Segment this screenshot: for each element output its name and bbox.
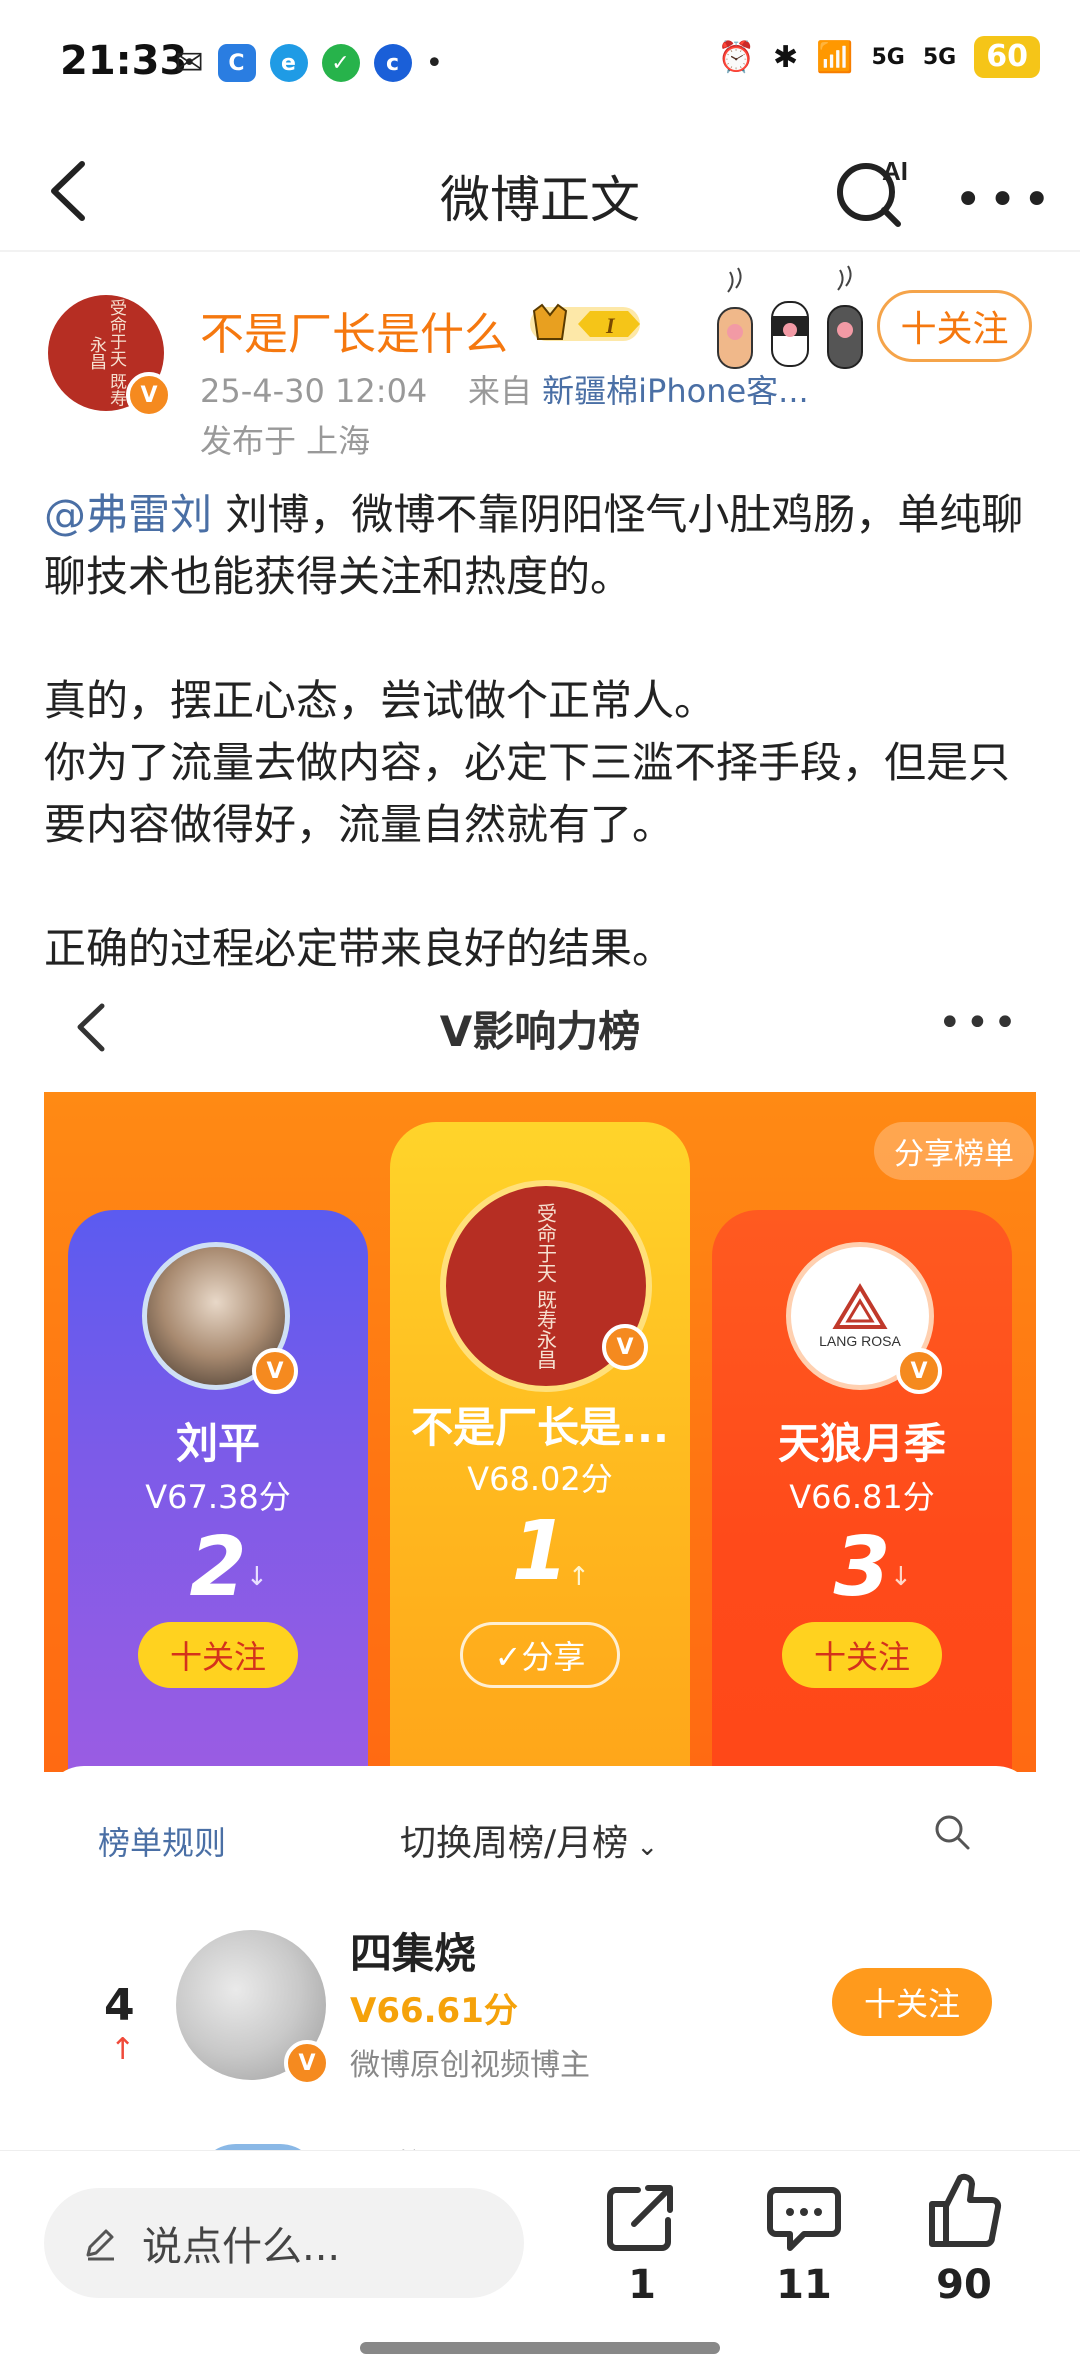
comment-input[interactable]: 说点什么... xyxy=(44,2188,524,2298)
verified-badge-icon: V xyxy=(126,372,172,418)
rank1-score: V68.02分 xyxy=(467,1460,613,1498)
post-meta: 25-4-30 12:04 来自 新疆棉iPhone客... xyxy=(200,366,809,412)
page-title: 微博正文 xyxy=(440,171,640,229)
rank2-name: 刘平 xyxy=(175,1419,260,1468)
verified-badge-icon: V xyxy=(602,1324,648,1370)
share-icon[interactable] xyxy=(602,2176,682,2256)
share-count: 1 xyxy=(628,2262,656,2308)
post-time: 25-4-30 12:04 xyxy=(200,372,428,410)
divider xyxy=(0,250,1080,252)
verified-badge-icon: V xyxy=(284,2040,330,2086)
top-nav: 微博正文 AI ••• xyxy=(0,130,1080,250)
rank3-score: V66.81分 xyxy=(789,1478,935,1516)
shield-icon: ✓ xyxy=(321,44,360,82)
rank3-number: 3 xyxy=(833,1520,891,1615)
avatar-seal-text: 受命于天 既寿永昌 xyxy=(533,1202,558,1370)
row4-score: V66.61分 xyxy=(350,1991,518,2031)
row4-rank: 4 xyxy=(104,1980,135,2031)
embedded-title: V影响力榜 xyxy=(439,1007,641,1056)
comment-icon[interactable] xyxy=(764,2176,844,2256)
rank-card-3: LANG ROSA V 天狼月季 V66.81分 3 ↓ 十关注 xyxy=(712,1210,1012,1770)
avatar-seal-text: 受命于天 既寿永昌 xyxy=(86,299,126,407)
bluetooth-icon: ✱ xyxy=(773,39,799,75)
svg-text:AI: AI xyxy=(882,156,908,186)
source-prefix: 来自 xyxy=(467,372,532,410)
rank1-share-button[interactable]: ✓分享 xyxy=(460,1622,620,1688)
follow-button[interactable]: 十关注 xyxy=(877,290,1032,362)
circle-app-icon: c xyxy=(373,44,412,82)
wifi-icon: 📶 xyxy=(816,39,854,75)
post-line: 真的，摆正心态，尝试做个正常人。 xyxy=(44,676,717,725)
clock: 21:33 xyxy=(60,38,188,84)
member-level: I xyxy=(605,313,616,338)
system-indicators: ⏰ ✱ 📶 5G 5G 60 xyxy=(718,36,1040,78)
rank1-name: 不是厂长是... xyxy=(411,1403,669,1452)
member-crown-icon[interactable]: I xyxy=(528,303,646,345)
verified-badge-icon: V xyxy=(896,1348,942,1394)
post-source[interactable]: 新疆棉iPhone客... xyxy=(542,372,809,410)
up-arrow-icon: ↑ xyxy=(568,1562,590,1592)
alarm-icon: ⏰ xyxy=(717,39,755,75)
home-indicator[interactable] xyxy=(360,2342,720,2354)
switch-label: 切换周榜/月榜 xyxy=(400,1823,629,1864)
post-line: 你为了流量去做内容，必定下三滥不择手段，但是只要内容做得好，流量自然就有了。 xyxy=(44,738,1011,849)
cat-paws-decoration-icon xyxy=(717,265,863,369)
post-body: @弗雷刘 刘博，微博不靠阴阳怪气小肚鸡肠，单纯聊聊技术也能获得关注和热度的。 真… xyxy=(44,484,1044,980)
switch-period-dropdown[interactable]: 切换周榜/月榜 ⌄ xyxy=(400,1814,658,1866)
battery-indicator: 60 xyxy=(974,36,1040,78)
comment-count: 11 xyxy=(776,2262,832,2308)
status-bar: 21:33 ✉ C e ✓ c • ⏰ ✱ 📶 5G 5G 60 xyxy=(0,0,1080,130)
more-options-icon[interactable]: ••• xyxy=(954,172,1057,228)
like-thumb-icon[interactable] xyxy=(924,2170,1004,2250)
embedded-more-icon: ••• xyxy=(938,1000,1021,1046)
search-icon[interactable] xyxy=(932,1812,972,1852)
rank2-number: 2 xyxy=(189,1520,247,1615)
down-arrow-icon: ↓ xyxy=(890,1562,912,1592)
rank3-name: 天狼月季 xyxy=(777,1419,946,1468)
wechat-icon: ✉ xyxy=(175,43,204,83)
row4-name[interactable]: 四集烧 xyxy=(350,1920,476,1981)
up-arrow-icon: ↑ xyxy=(110,2032,136,2067)
author-name[interactable]: 不是厂长是什么 xyxy=(200,298,508,362)
signal-icon: 5G xyxy=(871,44,905,70)
share-board-button[interactable]: 分享榜单 xyxy=(874,1122,1034,1180)
notification-icons: ✉ C e ✓ c • xyxy=(175,42,443,84)
rank1-number: 1 xyxy=(511,1504,569,1599)
post-line: 正确的过程必定带来良好的结果。 xyxy=(44,924,675,973)
rank2-follow-button[interactable]: 十关注 xyxy=(138,1622,298,1688)
rank2-score: V67.38分 xyxy=(145,1478,291,1516)
row4-description: 微博原创视频博主 xyxy=(350,2048,590,2083)
rank3-follow-button[interactable]: 十关注 xyxy=(782,1622,942,1688)
lang-rosa-logo-icon xyxy=(832,1283,888,1329)
rank3-logo-text: LANG ROSA xyxy=(819,1333,901,1349)
chevron-down-icon: ⌄ xyxy=(628,1832,659,1862)
mention-link[interactable]: @弗雷刘 xyxy=(44,490,212,539)
more-dot-icon: • xyxy=(425,45,444,81)
verified-badge-icon: V xyxy=(252,1348,298,1394)
rank-card-1: 受命于天 既寿永昌 V 不是厂长是... V68.02分 1 ↑ ✓分享 xyxy=(390,1122,690,1770)
down-arrow-icon: ↓ xyxy=(246,1562,268,1592)
rank-card-2: V 刘平 V67.38分 2 ↓ 十关注 xyxy=(68,1210,368,1770)
post-location: 发布于 上海 xyxy=(200,422,371,460)
browser-app-icon: C xyxy=(217,44,256,82)
like-count: 90 xyxy=(936,2262,992,2308)
row4-follow-button[interactable]: 十关注 xyxy=(832,1968,992,2036)
comment-placeholder: 说点什么... xyxy=(142,2224,341,2270)
ranking-rules-link[interactable]: 榜单规则 xyxy=(98,1818,226,1864)
pencil-icon xyxy=(86,2229,114,2261)
ai-search-icon[interactable]: AI xyxy=(832,152,916,232)
signal-icon: 5G xyxy=(922,44,957,70)
edge-icon: e xyxy=(269,44,308,82)
